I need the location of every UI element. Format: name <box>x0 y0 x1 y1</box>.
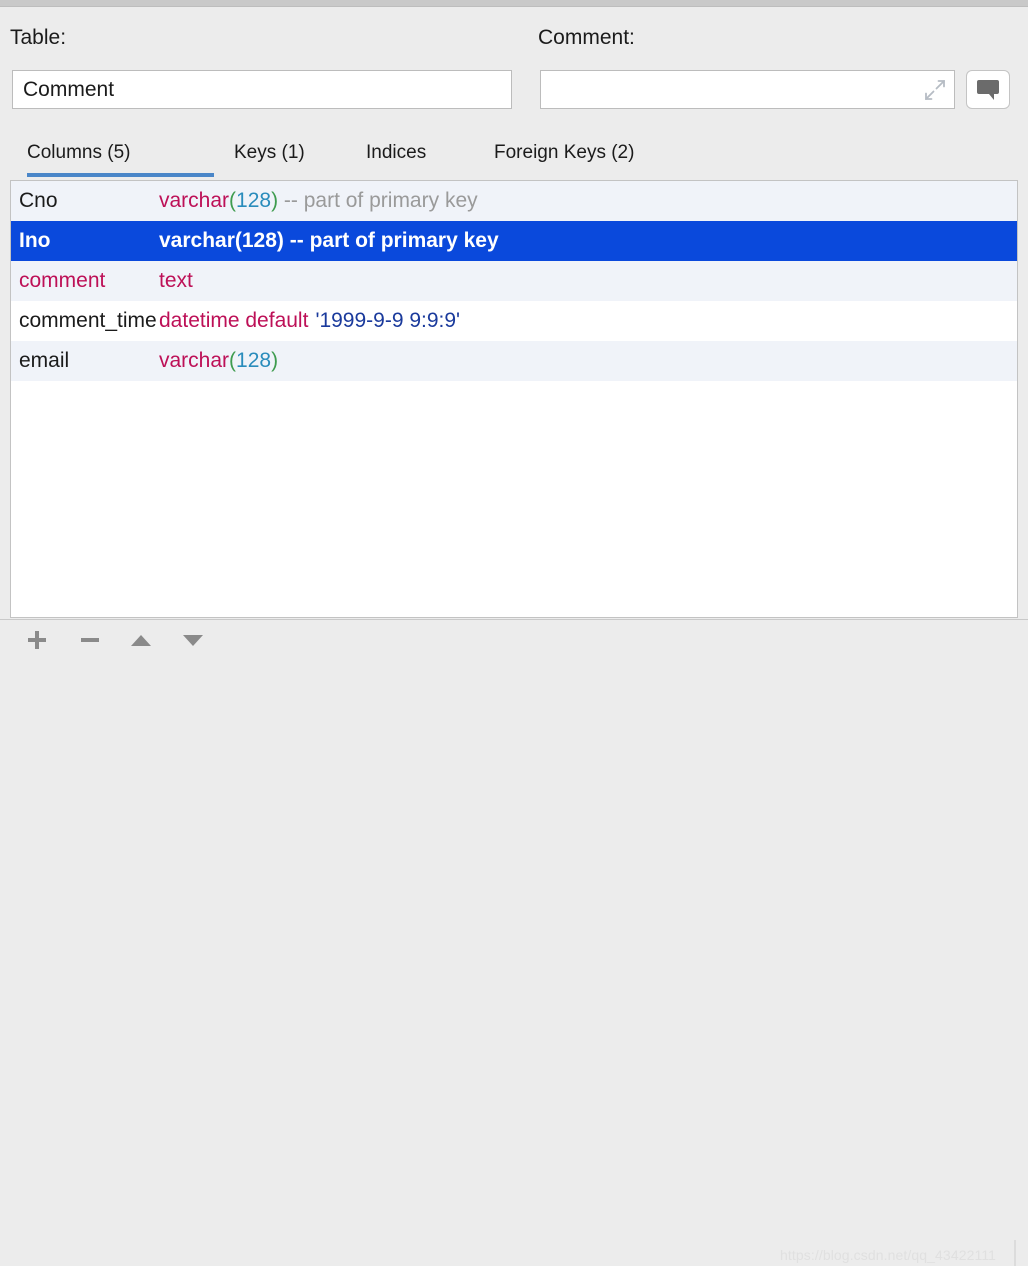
table-label: Table: <box>10 26 67 49</box>
window-chrome-strip <box>0 0 1028 7</box>
column-length: 128 <box>236 189 272 212</box>
tab-active-underline <box>27 173 214 177</box>
comment-field[interactable] <box>540 70 955 109</box>
list-toolbar: https://blog.csdn.net/qq_43422111 <box>0 619 1028 1266</box>
tab-keys[interactable]: Keys (1) <box>234 132 320 177</box>
table-name-field[interactable] <box>12 70 512 109</box>
move-up-button[interactable] <box>126 626 156 654</box>
expand-icon[interactable] <box>924 79 946 101</box>
triangle-up-icon <box>131 635 151 646</box>
column-trailing-comment: -- part of primary key <box>278 189 478 212</box>
column-type: varchar(128) -- part of primary key <box>159 229 499 252</box>
table-row[interactable]: comment text <box>11 261 1017 301</box>
tab-columns[interactable]: Columns (5) <box>27 132 214 177</box>
tab-bar: Columns (5) Keys (1) Indices Foreign Key… <box>0 132 1028 177</box>
column-name: comment <box>19 269 106 292</box>
tab-columns-label: Columns (5) <box>27 142 131 163</box>
column-name: comment_time <box>19 309 157 332</box>
column-type: varchar <box>159 349 230 372</box>
column-name: Ino <box>19 229 51 252</box>
tab-foreign-keys-label: Foreign Keys (2) <box>494 142 635 163</box>
tab-indices[interactable]: Indices <box>366 132 446 177</box>
column-type: datetime default <box>159 309 309 332</box>
column-default-value: '1999-9-9 9:9:9' <box>315 309 461 332</box>
header-fields-area: Table: Comment: <box>0 7 1028 132</box>
table-row[interactable]: Cno varchar(128) -- part of primary key <box>11 181 1017 221</box>
column-name: Cno <box>19 189 58 212</box>
triangle-down-icon <box>183 635 203 646</box>
comment-label: Comment: <box>538 26 635 49</box>
speech-bubble-icon <box>977 79 999 100</box>
move-down-button[interactable] <box>178 626 208 654</box>
column-open-paren: ( <box>229 349 237 372</box>
remove-column-button[interactable] <box>75 626 105 654</box>
add-column-button[interactable] <box>22 626 52 654</box>
column-length: 128 <box>236 349 272 372</box>
tab-keys-label: Keys (1) <box>234 142 305 163</box>
table-row[interactable]: comment_time datetime default '1999-9-9 9:… <box>11 301 1017 341</box>
comment-input[interactable] <box>541 71 954 108</box>
watermark-bar <box>1014 1240 1016 1266</box>
column-type: text <box>159 269 193 292</box>
tab-foreign-keys[interactable]: Foreign Keys (2) <box>494 132 668 177</box>
table-row[interactable]: email varchar(128) <box>11 341 1017 381</box>
column-open-paren: ( <box>229 189 237 212</box>
comment-bubble-button[interactable] <box>966 70 1010 109</box>
column-name: email <box>19 349 70 372</box>
column-type: varchar <box>159 189 230 212</box>
watermark-text: https://blog.csdn.net/qq_43422111 <box>780 1247 997 1263</box>
tab-indices-label: Indices <box>366 142 427 163</box>
column-close-paren: ) <box>271 349 279 372</box>
table-row[interactable]: Ino varchar(128) -- part of primary key <box>11 221 1017 261</box>
table-name-input[interactable] <box>13 71 511 108</box>
columns-list[interactable]: Cno varchar(128) -- part of primary key I… <box>10 180 1018 618</box>
